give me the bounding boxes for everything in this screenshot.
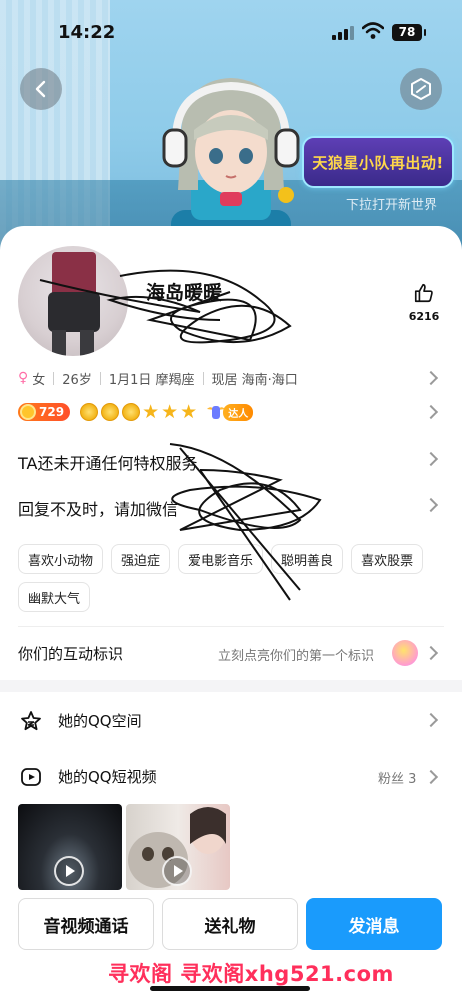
daren-badge: 达人	[205, 401, 254, 423]
cellular-signal-icon	[332, 26, 354, 40]
interest-tag[interactable]: 喜欢股票	[351, 544, 424, 574]
hexagon-icon	[411, 78, 431, 100]
level-badge: 729	[18, 403, 71, 421]
profile-avatar[interactable]	[18, 246, 128, 356]
basic-info-row[interactable]: ♀ 女 26岁 1月1日 摩羯座 现居 海南·海口	[18, 366, 444, 390]
age-text: 26岁	[62, 372, 92, 388]
crown-icon	[80, 403, 99, 421]
interest-tag[interactable]: 幽默大气	[18, 582, 91, 612]
av-call-button[interactable]: 音视频通话	[18, 898, 154, 950]
location-text: 现居 海南·海口	[211, 372, 298, 388]
event-banner-text: 天狼星小队再出动!	[312, 153, 444, 172]
avatar-photo	[48, 252, 100, 356]
star-icon: ★	[142, 401, 160, 423]
divider	[99, 371, 101, 385]
interaction-hint: 立刻点亮你们的第一个标识	[218, 649, 375, 664]
thumbs-up-icon	[414, 283, 433, 303]
event-banner[interactable]: 天狼星小队再出动!	[302, 136, 454, 188]
fans-count: 粉丝 3	[378, 772, 417, 787]
watermark-text: 寻欢阁 寻欢阁xhg521.com	[108, 962, 394, 986]
avatar-3d-character[interactable]	[136, 60, 326, 250]
send-gift-button[interactable]: 送礼物	[162, 898, 298, 950]
interest-tag[interactable]: 强迫症	[111, 544, 171, 574]
divider	[53, 371, 55, 385]
crown-icon	[122, 403, 141, 421]
wifi-icon	[362, 22, 384, 39]
qzone-star-icon	[21, 711, 41, 731]
like-count: 6216	[408, 310, 440, 323]
section-divider	[18, 626, 444, 627]
female-icon: ♀	[18, 370, 29, 386]
gender-text: 女	[32, 372, 46, 388]
interest-tag[interactable]: 喜欢小动物	[18, 544, 104, 574]
coin-icon	[20, 404, 36, 420]
video-thumbnail[interactable]	[126, 804, 230, 890]
level-badges-row[interactable]: 729 ★ ★ ★ 达人	[18, 400, 254, 424]
like-button[interactable]: 6216	[404, 282, 444, 323]
battery-icon: 78	[392, 24, 426, 41]
back-button[interactable]	[20, 68, 62, 110]
daren-label: 达人	[223, 403, 254, 421]
interaction-label[interactable]: 你们的互动标识	[18, 643, 123, 664]
sticker-icon	[392, 640, 418, 666]
short-video-label[interactable]: 她的QQ短视频	[58, 766, 157, 787]
send-message-button[interactable]: 发消息	[306, 898, 442, 950]
crown-icon	[101, 403, 120, 421]
nickname: 海岛暖暖	[146, 282, 223, 304]
video-play-icon	[21, 768, 41, 786]
play-icon	[54, 856, 84, 886]
video-thumbnail[interactable]	[18, 804, 122, 890]
video-thumbnails	[18, 804, 230, 890]
status-bar: 14:22 78	[0, 0, 462, 56]
signature-text[interactable]: 回复不及时，请加微信	[18, 496, 178, 520]
home-indicator	[150, 986, 310, 991]
section-gap	[0, 680, 462, 692]
interest-tag[interactable]: 聪明善良	[271, 544, 344, 574]
interest-tags: 喜欢小动物 强迫症 爱电影音乐 聪明善良 喜欢股票 幽默大气	[18, 544, 448, 612]
pull-down-hint: 下拉打开新世界	[346, 198, 438, 213]
chevron-left-icon	[35, 80, 46, 98]
qzone-label[interactable]: 她的QQ空间	[58, 710, 142, 731]
star-icon: ★	[180, 401, 198, 423]
star-icon: ★	[161, 401, 179, 423]
status-time: 14:22	[58, 22, 116, 43]
play-icon	[162, 856, 192, 886]
theme-switch-button[interactable]	[400, 68, 442, 110]
privilege-text[interactable]: TA还未开通任何特权服务	[18, 450, 197, 474]
level-number: 729	[39, 405, 65, 419]
interest-tag[interactable]: 爱电影音乐	[178, 544, 264, 574]
birthday-text: 1月1日 摩羯座	[108, 372, 195, 388]
divider	[202, 371, 204, 385]
